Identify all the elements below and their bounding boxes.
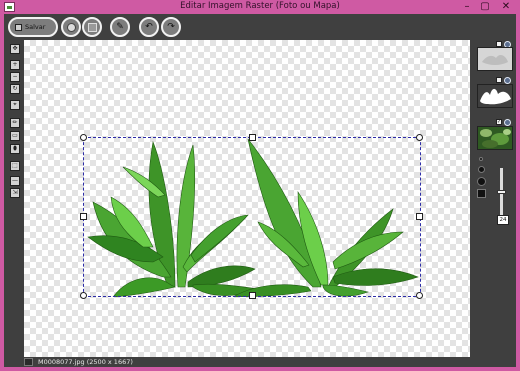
close-button[interactable]: ✕ <box>494 0 518 14</box>
undo-button[interactable]: ↶ <box>139 17 159 37</box>
eraser-tool-icon[interactable]: ▭ <box>10 131 20 141</box>
resize-handle-bottom-right[interactable] <box>416 292 423 299</box>
save-button-label: Salvar <box>25 23 46 31</box>
file-info: M0008077.jpg (2500 x 1667) <box>38 358 133 366</box>
brush-tool-icon[interactable]: ⬮ <box>10 144 20 154</box>
resize-handle-left[interactable] <box>80 213 87 220</box>
magic-wand-button[interactable]: ✎ <box>110 17 130 37</box>
app-window: Editar Imagem Raster (Foto ou Mapa) – ▢ … <box>0 0 520 371</box>
redo-icon: ↷ <box>167 21 175 32</box>
floppy-disk-icon <box>15 23 22 31</box>
magic-wand-icon: ✎ <box>116 21 124 32</box>
resize-handle-top-right[interactable] <box>416 134 423 141</box>
export-tool-icon[interactable]: ⇲ <box>10 188 20 198</box>
resize-handle-top-left[interactable] <box>80 134 87 141</box>
zoom-in-tool-icon[interactable]: + <box>10 60 20 70</box>
layers-panel: ✓ 24 <box>470 40 516 357</box>
layer-silhouette[interactable] <box>477 84 513 108</box>
square-icon <box>87 22 97 32</box>
line-tool-icon[interactable]: — <box>10 176 20 186</box>
crop-tool-icon[interactable]: ⌖ <box>10 100 20 110</box>
square-shape-button[interactable] <box>82 17 102 37</box>
resize-handle-top[interactable] <box>249 134 256 141</box>
silhouette-thumbnail <box>480 88 511 105</box>
image-canvas[interactable] <box>24 40 470 357</box>
layer-mask-gray[interactable] <box>477 47 513 71</box>
brush-size-medium-icon[interactable] <box>478 166 485 173</box>
top-toolbar: Salvar ✎ ↶ ↷ <box>4 14 516 40</box>
minimize-button[interactable]: – <box>458 0 476 14</box>
editor-client: Salvar ✎ ↶ ↷ ✥ + − ↻ ⌖ ✏ ▭ ⬮ ⬚ — ⇲ ✓ 24 … <box>4 14 516 367</box>
save-button[interactable]: Salvar <box>8 17 58 37</box>
undo-icon: ↶ <box>145 21 153 32</box>
layer-silhouette-checkbox[interactable] <box>496 77 502 83</box>
select-tool-icon[interactable]: ⬚ <box>10 161 20 171</box>
brush-square-icon[interactable] <box>477 189 486 198</box>
brush-size-large-icon[interactable] <box>477 177 486 186</box>
mask-thumbnail <box>478 48 512 70</box>
window-title: Editar Imagem Raster (Foto ou Mapa) <box>180 1 340 11</box>
layer-photo[interactable] <box>477 126 513 150</box>
brush-size-slider-thumb[interactable] <box>497 190 506 194</box>
brush-size-small-icon[interactable] <box>479 157 483 161</box>
rotate-tool-icon[interactable]: ↻ <box>10 84 20 94</box>
status-bar: M0008077.jpg (2500 x 1667) <box>4 357 516 367</box>
resize-handle-bottom-left[interactable] <box>80 292 87 299</box>
selection-box[interactable] <box>80 134 423 299</box>
brush-size-value[interactable]: 24 <box>497 215 509 225</box>
layer-photo-visibility-icon[interactable] <box>504 119 511 126</box>
photo-thumbnail <box>478 127 512 149</box>
window-bottom-border <box>0 367 520 371</box>
zoom-out-tool-icon[interactable]: − <box>10 72 20 82</box>
resize-handle-bottom[interactable] <box>249 292 256 299</box>
window-controls: – ▢ ✕ <box>458 0 518 14</box>
image-file-icon <box>24 358 33 366</box>
move-tool-icon[interactable]: ✥ <box>10 44 20 54</box>
resize-handle-right[interactable] <box>416 213 423 220</box>
layer-silhouette-visibility-icon[interactable] <box>504 77 511 84</box>
title-bar: Editar Imagem Raster (Foto ou Mapa) – ▢ … <box>0 0 520 14</box>
redo-button[interactable]: ↷ <box>161 17 181 37</box>
maximize-button[interactable]: ▢ <box>476 0 494 14</box>
circle-shape-button[interactable] <box>61 17 81 37</box>
circle-icon <box>66 22 76 32</box>
pencil-tool-icon[interactable]: ✏ <box>10 118 20 128</box>
left-toolbox: ✥ + − ↻ ⌖ ✏ ▭ ⬮ ⬚ — ⇲ <box>4 40 24 357</box>
layer-photo-checkbox[interactable]: ✓ <box>496 119 502 125</box>
